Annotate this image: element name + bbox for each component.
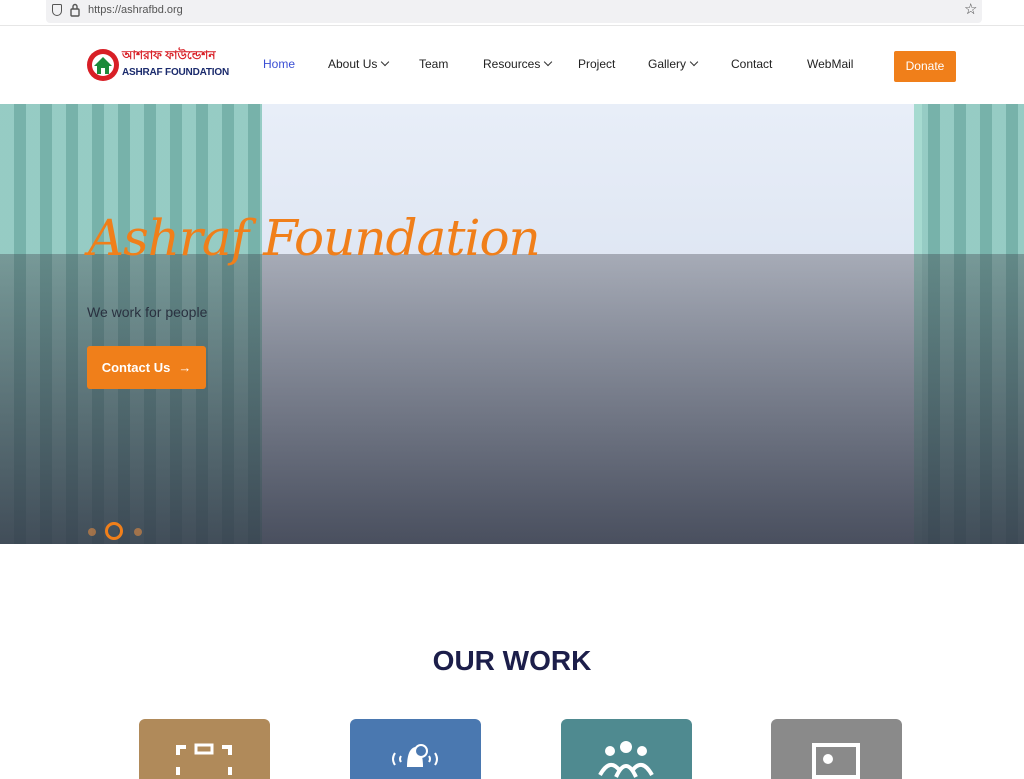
- lock-icon[interactable]: [70, 2, 80, 18]
- nav-about[interactable]: About Us: [328, 57, 390, 71]
- nav-webmail[interactable]: WebMail: [807, 57, 853, 71]
- donate-button[interactable]: Donate: [894, 51, 956, 82]
- logo-english-text: ASHRAF FOUNDATION: [122, 67, 229, 78]
- contact-us-label: Contact Us: [101, 360, 171, 375]
- hero-subtitle: We work for people: [87, 304, 208, 320]
- our-work-heading: OUR WORK: [432, 645, 592, 676]
- nav-team[interactable]: Team: [419, 57, 448, 71]
- hero-photo-placeholder: [0, 254, 1024, 544]
- work-card-1[interactable]: [139, 719, 270, 779]
- site-logo[interactable]: আশরাফ ফাউন্ডেশন ASHRAF FOUNDATION: [86, 46, 229, 86]
- site-header: আশরাফ ফাউন্ডেশন ASHRAF FOUNDATION Home A…: [0, 25, 1024, 105]
- bookmark-star-icon[interactable]: ☆: [964, 1, 977, 19]
- hero-slider: Ashraf Foundation We work for people Con…: [0, 104, 1024, 544]
- arrow-right-icon: →: [178, 360, 192, 375]
- nav-contact[interactable]: Contact: [731, 57, 772, 71]
- bell-icon: [392, 744, 438, 767]
- address-bar[interactable]: [46, 0, 982, 23]
- chevron-down-icon: [381, 57, 390, 67]
- hero-title: Ashraf Foundation: [88, 209, 541, 267]
- shield-icon[interactable]: [52, 4, 62, 16]
- browser-toolbar: https://ashrafbd.org ☆: [0, 0, 1024, 25]
- chevron-down-icon: [689, 57, 699, 67]
- work-card-2[interactable]: [350, 719, 481, 779]
- slider-dot-1[interactable]: [88, 528, 96, 536]
- group-icon: [598, 741, 654, 778]
- contact-us-button[interactable]: Contact Us →: [87, 346, 206, 389]
- slider-dot-3[interactable]: [134, 528, 142, 536]
- nav-gallery-label: Gallery: [648, 57, 687, 71]
- nav-gallery[interactable]: Gallery: [648, 57, 699, 71]
- nav-project[interactable]: Project: [578, 57, 615, 71]
- nav-resources-label: Resources: [483, 57, 541, 71]
- camera-icon: [176, 743, 232, 775]
- url-text[interactable]: https://ashrafbd.org: [88, 4, 183, 16]
- work-card-4[interactable]: [771, 719, 902, 779]
- slider-dot-2-active[interactable]: [105, 522, 123, 540]
- nav-home[interactable]: Home: [263, 57, 295, 71]
- logo-mark-icon: [87, 49, 119, 81]
- chevron-down-icon: [544, 57, 553, 67]
- nav-resources[interactable]: Resources: [483, 57, 553, 71]
- image-icon: [812, 743, 860, 779]
- nav-about-label: About Us: [328, 57, 378, 71]
- work-card-3[interactable]: [561, 719, 692, 779]
- logo-bangla-text: আশরাফ ফাউন্ডেশন: [122, 48, 216, 62]
